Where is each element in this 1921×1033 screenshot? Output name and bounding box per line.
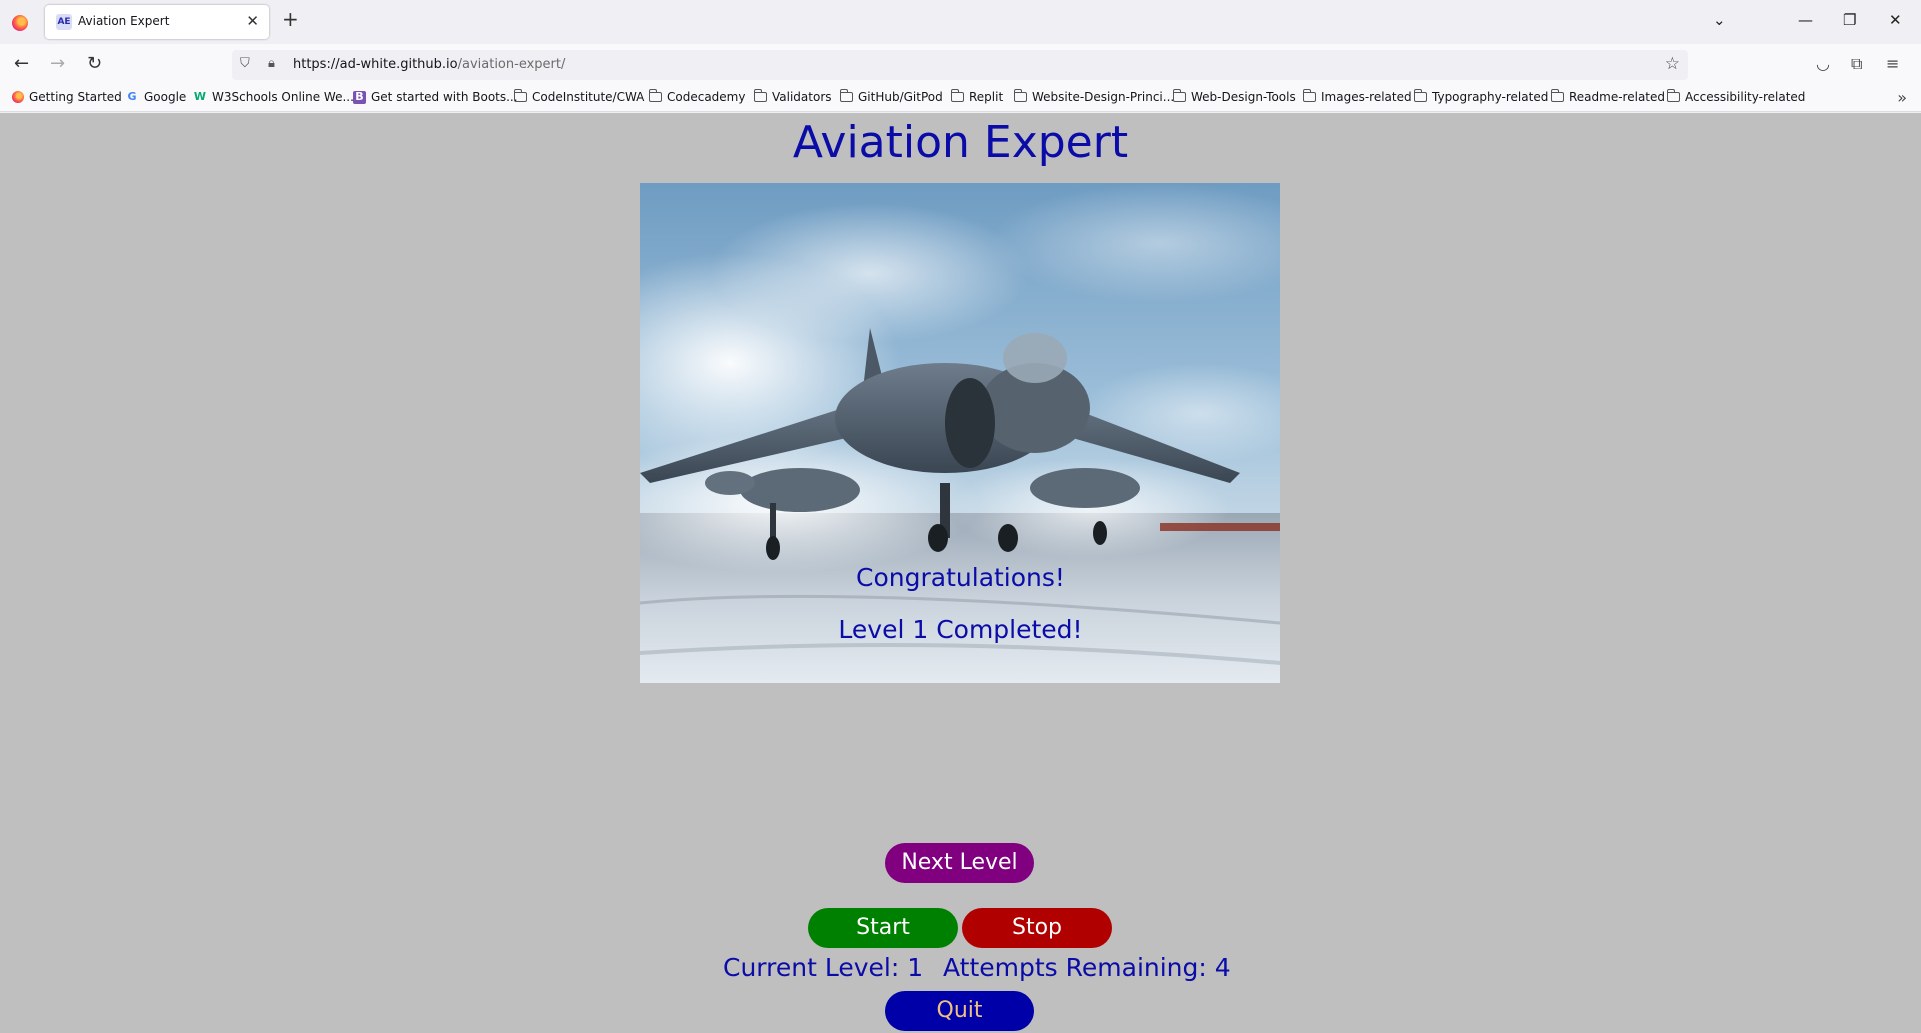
bookmark-label: Google	[144, 90, 187, 104]
close-window-icon[interactable]: ✕	[1889, 11, 1902, 29]
restore-icon[interactable]: ❐	[1843, 11, 1856, 29]
bookmark-item[interactable]: Web-Design-Tools	[1173, 89, 1296, 104]
firefox-icon	[12, 91, 24, 103]
next-level-button[interactable]: Next Level	[885, 843, 1034, 883]
bookmark-item[interactable]: GitHub/GitPod	[840, 89, 943, 104]
bookmark-label: W3Schools Online We...	[212, 90, 354, 104]
bookmark-item[interactable]: Typography-related	[1414, 89, 1549, 104]
tab-favicon-icon: AE	[56, 14, 72, 30]
bookmark-label: Validators	[772, 90, 832, 104]
reload-icon[interactable]: ↻	[87, 53, 102, 75]
forward-icon[interactable]: →	[50, 53, 65, 75]
bookmark-item[interactable]: CodeInstitute/CWA	[514, 89, 645, 104]
folder-icon	[754, 89, 767, 102]
folder-icon	[1303, 89, 1316, 102]
lock-icon[interactable]: 🔒︎	[268, 56, 275, 71]
bookmark-label: Getting Started	[29, 90, 122, 104]
folder-icon	[1173, 89, 1186, 102]
address-bar[interactable]: ⛉ 🔒︎ https://ad-white.github.io/aviation…	[232, 50, 1688, 80]
firefox-logo-icon[interactable]	[12, 15, 28, 31]
bookmark-label: Accessibility-related	[1685, 90, 1806, 104]
bookmark-label: Images-related	[1321, 90, 1412, 104]
tab-title: Aviation Expert	[78, 14, 170, 28]
bookmark-label: Readme-related	[1569, 90, 1665, 104]
folder-icon	[649, 89, 662, 102]
minimize-icon[interactable]: —	[1798, 11, 1813, 29]
quit-button[interactable]: Quit	[885, 991, 1034, 1031]
navigation-toolbar: ← → ↻ ⛉ 🔒︎ https://ad-white.github.io/av…	[0, 44, 1921, 86]
bookmark-label: Website-Design-Princi...	[1032, 90, 1175, 104]
folder-icon	[840, 89, 853, 102]
bookmark-label: CodeInstitute/CWA	[532, 90, 645, 104]
more-bookmarks-icon[interactable]: »	[1897, 88, 1907, 107]
attempts-remaining-display: Attempts Remaining: 4	[943, 953, 1231, 982]
bookmark-star-icon[interactable]: ☆	[1665, 54, 1680, 74]
bookmark-item[interactable]: Website-Design-Princi...	[1014, 89, 1175, 104]
tracking-protection-icon[interactable]: ⛉	[240, 56, 250, 71]
bookmark-label: Web-Design-Tools	[1191, 90, 1296, 104]
list-all-tabs-icon[interactable]: ⌄	[1713, 11, 1726, 29]
folder-icon	[514, 89, 527, 102]
bookmark-item[interactable]: Validators	[754, 89, 832, 104]
folder-icon	[1014, 89, 1027, 102]
bookmark-item[interactable]: W W3Schools Online We...	[193, 90, 354, 104]
bookmarks-toolbar: » Getting Started G Google W W3Schools Onlin…	[0, 86, 1921, 112]
bookmark-item[interactable]: Getting Started	[12, 90, 122, 104]
start-button[interactable]: Start	[808, 908, 958, 948]
bookmark-label: Codecademy	[667, 90, 746, 104]
congratulations-message: Congratulations!	[856, 563, 1065, 592]
page-title: Aviation Expert	[792, 117, 1129, 168]
tab-strip: AE Aviation Expert ✕ + ⌄ — ❐ ✕	[0, 0, 1921, 44]
bookmark-item[interactable]: Readme-related	[1551, 89, 1665, 104]
bootstrap-icon: B	[353, 90, 366, 104]
harrier-jet-image	[640, 183, 1280, 683]
folder-icon	[1551, 89, 1564, 102]
bookmark-label: Typography-related	[1432, 90, 1549, 104]
current-level-display: Current Level: 1	[723, 953, 924, 982]
folder-icon	[1667, 89, 1680, 102]
new-tab-icon[interactable]: +	[282, 9, 299, 29]
w3schools-icon: W	[193, 90, 207, 103]
aircraft-image	[640, 183, 1280, 683]
extensions-icon[interactable]: ⧉	[1851, 54, 1862, 74]
bookmark-item[interactable]: Replit	[951, 89, 1004, 104]
page-content: Aviation Expert Congratulations! Level 1…	[0, 113, 1921, 1033]
app-menu-icon[interactable]: ≡	[1886, 54, 1899, 73]
bookmark-item[interactable]: Images-related	[1303, 89, 1412, 104]
folder-icon	[951, 89, 964, 102]
bookmark-label: Get started with Boots...	[371, 90, 518, 104]
bookmark-item[interactable]: G Google	[125, 90, 186, 104]
stop-button[interactable]: Stop	[962, 908, 1112, 948]
bookmark-label: Replit	[969, 90, 1004, 104]
level-completed-message: Level 1 Completed!	[838, 615, 1083, 644]
bookmark-label: GitHub/GitPod	[858, 90, 943, 104]
url-text[interactable]: https://ad-white.github.io/aviation-expe…	[293, 57, 565, 72]
browser-tab[interactable]: AE Aviation Expert ✕	[45, 5, 269, 39]
pocket-icon[interactable]: ◡	[1816, 54, 1830, 73]
bookmark-item[interactable]: Accessibility-related	[1667, 89, 1806, 104]
google-icon: G	[127, 90, 137, 103]
tab-close-icon[interactable]: ✕	[246, 12, 259, 30]
bookmark-item[interactable]: Codecademy	[649, 89, 746, 104]
back-icon[interactable]: ←	[14, 53, 29, 75]
folder-icon	[1414, 89, 1427, 102]
bookmark-item[interactable]: B Get started with Boots...	[353, 90, 518, 104]
